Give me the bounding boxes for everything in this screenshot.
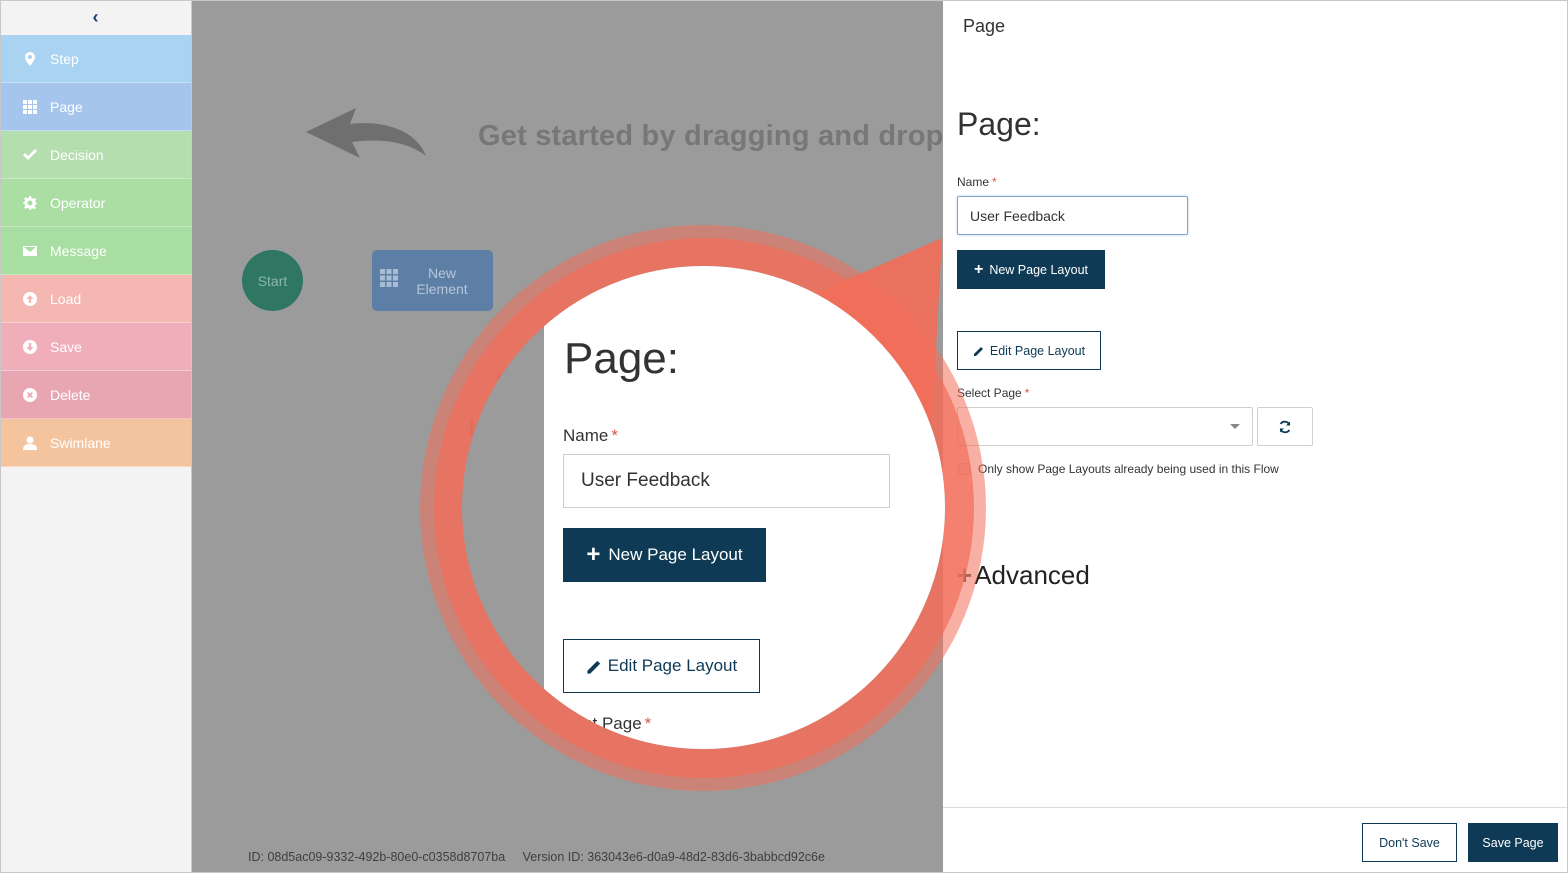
zoom-new-page-layout-button: + New Page Layout	[563, 528, 766, 582]
name-input[interactable]	[957, 196, 1188, 235]
curved-arrow-icon	[306, 108, 426, 158]
zoom-name-label-text: Name	[563, 426, 609, 445]
page-config-panel: Page Page: Name* + New Page Layout Edit …	[943, 0, 1568, 873]
name-label-text: Name	[957, 175, 990, 189]
sidebar-item-label: Swimlane	[50, 434, 111, 451]
zoom-select-page-label: ct Page *	[584, 714, 651, 734]
zoom-select-page-label-text: ct Page	[584, 714, 642, 733]
new-element-label: New Element	[416, 264, 468, 297]
sidebar-item-swimlane[interactable]: Swimlane	[0, 419, 191, 467]
advanced-label: Advanced	[974, 560, 1090, 590]
envelope-icon	[22, 243, 38, 259]
edit-page-layout-label: Edit Page Layout	[989, 343, 1086, 358]
sidebar: ‹ Step Page Decision Operator Message Load Sav…	[0, 0, 192, 873]
plus-icon: +	[586, 541, 601, 568]
new-page-layout-label: New Page Layout	[989, 262, 1089, 277]
sidebar-item-message[interactable]: Message	[0, 227, 191, 275]
zoom-name-input	[563, 454, 890, 508]
dont-save-button[interactable]: Don't Save	[1362, 823, 1457, 862]
start-node[interactable]: Start	[242, 250, 303, 311]
pencil-icon	[586, 658, 603, 675]
start-node-label: Start	[257, 272, 288, 289]
sidebar-item-operator[interactable]: Operator	[0, 179, 191, 227]
drag-hint-text: Get started by dragging and droppi	[478, 120, 943, 152]
zoom-name-label: Name *	[563, 426, 618, 446]
flow-id: ID: 08d5ac09-9332-492b-80e0-c0358d8707ba	[248, 850, 506, 864]
new-page-layout-button[interactable]: + New Page Layout	[957, 250, 1105, 289]
tool-list: Step Page Decision Operator Message Load Save D…	[0, 35, 191, 467]
save-page-button[interactable]: Save Page	[1468, 823, 1558, 862]
select-page-label-text: Select Page	[957, 386, 1022, 400]
sidebar-item-label: Page	[50, 98, 83, 115]
zoom-callout: Page: Name* + New Page Layout Edit Page …	[462, 266, 945, 749]
save-page-label: Save Page	[1482, 835, 1544, 850]
refresh-button[interactable]	[1257, 407, 1313, 446]
panel-header: Page	[963, 16, 1006, 36]
required-indicator: *	[992, 175, 997, 189]
user-icon	[22, 435, 38, 451]
grid-icon	[380, 269, 398, 292]
name-label: Name *	[957, 175, 997, 189]
only-show-used-label: Only show Page Layouts already being use…	[978, 462, 1279, 476]
sidebar-item-load[interactable]: Load	[0, 275, 191, 323]
upload-icon	[22, 291, 38, 307]
sidebar-item-step[interactable]: Step	[0, 35, 191, 83]
caret-down-icon	[1230, 424, 1240, 429]
required-indicator: *	[1024, 386, 1030, 400]
edit-page-layout-button[interactable]: Edit Page Layout	[957, 331, 1101, 370]
pencil-icon	[973, 345, 985, 357]
sidebar-item-decision[interactable]: Decision	[0, 131, 191, 179]
version-id: Version ID: 363043e6-d0a9-48d2-83d6-3bab…	[522, 850, 825, 864]
panel-footer: Don't Save Save Page	[943, 807, 1568, 873]
select-page-dropdown[interactable]	[957, 407, 1253, 446]
zoom-new-page-layout-label: New Page Layout	[608, 545, 743, 564]
page-title: Page:	[957, 106, 1041, 142]
map-marker-icon	[22, 51, 38, 67]
sidebar-item-label: Message	[50, 242, 107, 259]
new-element-node[interactable]: New Element	[372, 250, 493, 311]
refresh-icon	[1279, 420, 1291, 433]
sidebar-item-delete[interactable]: Delete	[0, 371, 191, 419]
grid-icon	[22, 99, 38, 115]
sidebar-item-label: Operator	[50, 194, 106, 211]
sidebar-item-label: Delete	[50, 386, 91, 403]
zoom-edit-page-layout-button: Edit Page Layout	[563, 639, 760, 693]
sidebar-item-page[interactable]: Page	[0, 83, 191, 131]
circle-x-icon	[22, 387, 38, 403]
collapse-sidebar-button[interactable]: ‹	[0, 0, 191, 35]
chevron-left-icon: ‹	[92, 7, 99, 27]
zoom-edit-page-layout-label: Edit Page Layout	[607, 656, 738, 675]
plus-icon: +	[973, 260, 984, 278]
dont-save-label: Don't Save	[1379, 835, 1440, 850]
sidebar-item-label: Load	[50, 290, 82, 307]
required-indicator: *	[644, 714, 652, 733]
sidebar-item-label: Save	[50, 338, 82, 355]
required-indicator: *	[611, 426, 618, 445]
gear-icon	[22, 195, 38, 211]
zoom-content: Page: Name* + New Page Layout Edit Page …	[544, 266, 945, 749]
sidebar-item-label: Decision	[50, 146, 104, 163]
select-page-label: Select Page *	[957, 386, 1029, 400]
sidebar-item-label: Step	[50, 50, 79, 67]
zoom-page-title: Page:	[564, 334, 679, 383]
flow-ids: ID: 08d5ac09-9332-492b-80e0-c0358d8707ba…	[248, 850, 825, 864]
sidebar-item-save[interactable]: Save	[0, 323, 191, 371]
download-icon	[22, 339, 38, 355]
checkmark-icon	[22, 147, 38, 163]
